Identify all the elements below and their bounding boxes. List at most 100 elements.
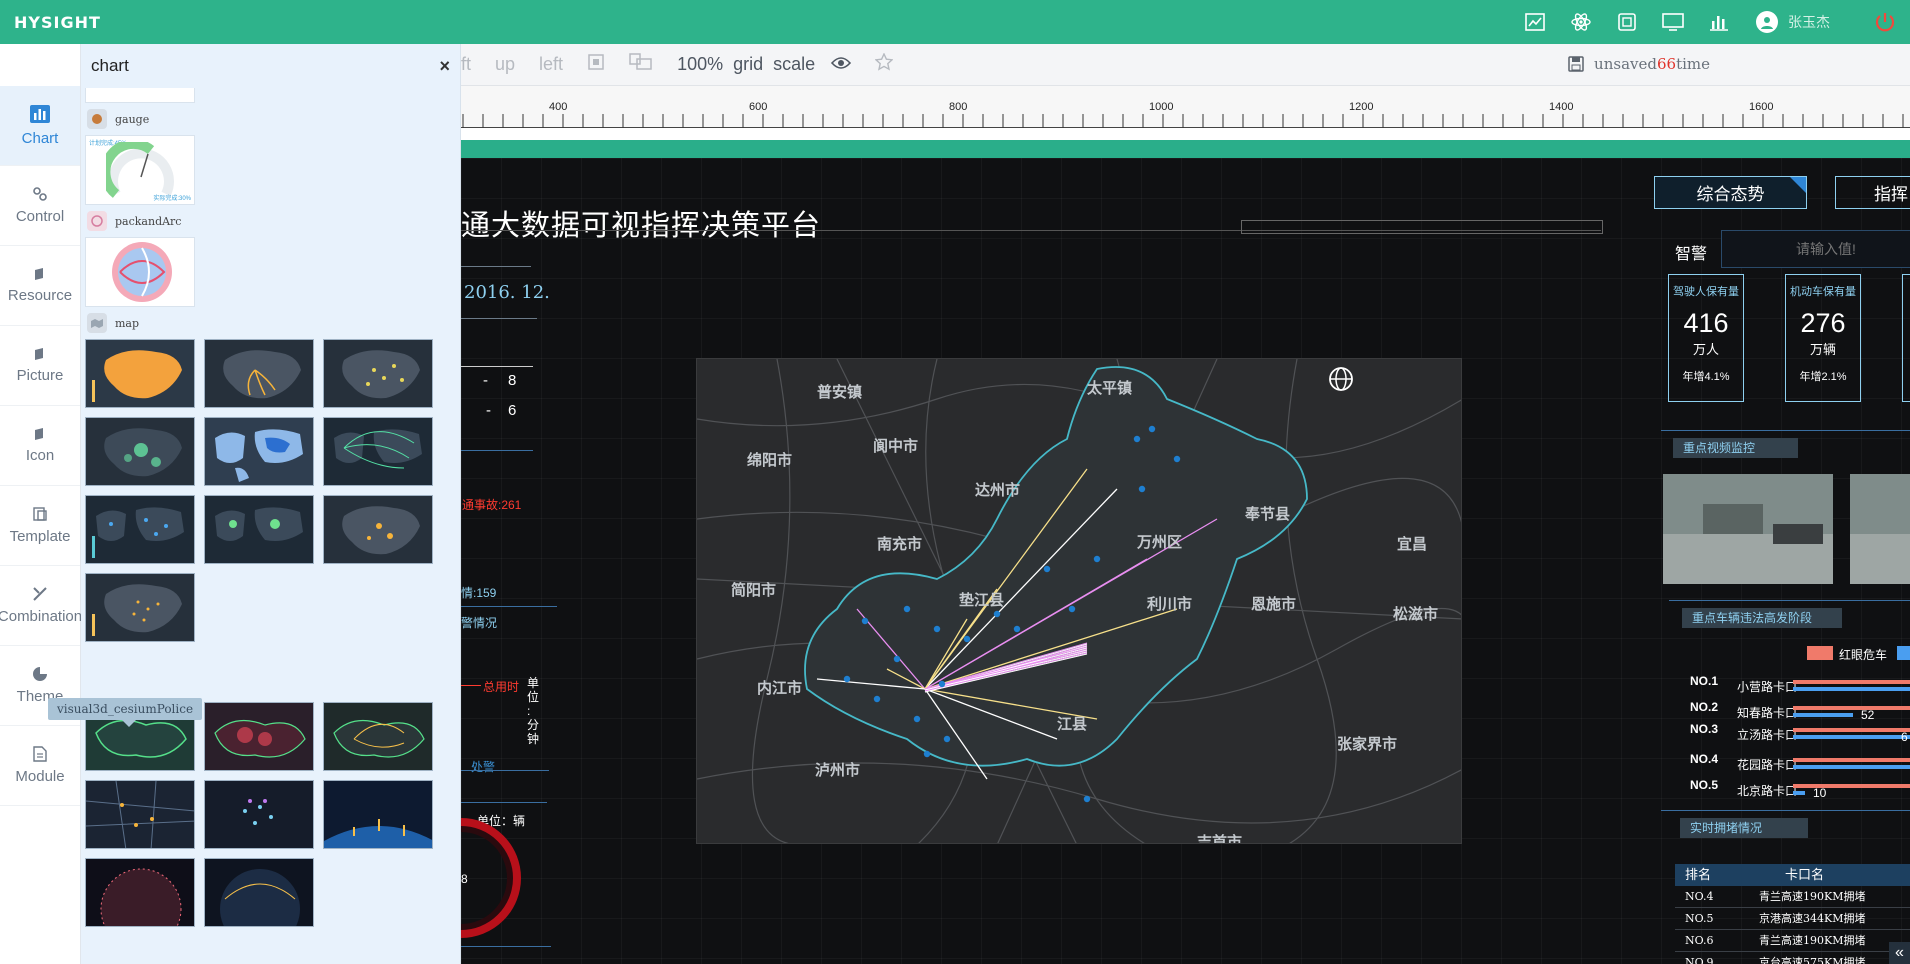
thumb-world-dots[interactable] (85, 495, 195, 564)
table-row[interactable]: NO.6 青兰高速190KM拥堵 (1675, 930, 1910, 952)
thumb-globe-blue[interactable] (204, 858, 314, 927)
video-line (1661, 430, 1910, 431)
map-pin[interactable] (1173, 455, 1181, 463)
nav-item-picture[interactable]: Picture (0, 326, 80, 406)
map-pin[interactable] (861, 617, 869, 625)
rank-number: NO.3 (1690, 722, 1719, 736)
left-line-2 (461, 450, 533, 451)
user-menu[interactable]: 张玉杰 (1756, 11, 1830, 33)
map-pin[interactable] (1043, 565, 1051, 573)
eye-icon[interactable] (831, 54, 852, 75)
ruler-ticks (462, 114, 1904, 128)
nav-item-module[interactable]: Module (0, 726, 80, 806)
map-pin[interactable] (1133, 435, 1141, 443)
thumb-packandarc[interactable] (85, 237, 195, 307)
thumb-china-orange[interactable] (85, 339, 195, 408)
map-pin[interactable] (1138, 485, 1146, 493)
thumb-graph-nodes[interactable] (204, 780, 314, 849)
map-pin[interactable] (893, 655, 901, 663)
map-pin[interactable] (913, 715, 921, 723)
thumb-china-yellow[interactable] (323, 495, 433, 564)
thumb-world-blue[interactable] (204, 417, 314, 486)
align-icon[interactable] (587, 53, 605, 76)
nav-item-resource[interactable]: Resource (0, 246, 80, 326)
thumb-globe-red[interactable] (85, 858, 195, 927)
thumb-city-network[interactable] (85, 780, 195, 849)
thumb-china-scatter[interactable] (85, 573, 195, 642)
city-label: 泸州市 (815, 762, 861, 779)
rank-name: 北京路卡口 (1737, 784, 1798, 798)
map-pin[interactable] (873, 695, 881, 703)
map-pin[interactable] (1148, 425, 1156, 433)
line-chart-icon[interactable] (1512, 0, 1558, 44)
legend-red-swatch (1807, 646, 1833, 660)
map-pin[interactable] (963, 635, 971, 643)
nav-item-template[interactable]: Template (0, 486, 80, 566)
table-row[interactable]: NO.9 京台高速575KM拥堵 (1675, 952, 1910, 964)
map-pin[interactable] (1068, 605, 1076, 613)
design-canvas[interactable]: 通大数据可视指挥决策平台 2016. 12. - 8 - 6 通事故:261 情… (461, 158, 1910, 964)
toolbar-item-ft[interactable]: ft (461, 54, 471, 75)
monitor-icon[interactable] (1650, 0, 1696, 44)
total-time-label: 总用时 (483, 680, 520, 694)
city-label: 利川市 (1147, 596, 1193, 613)
puzzle-icon[interactable] (1604, 0, 1650, 44)
user-name: 张玉杰 (1788, 14, 1830, 30)
thumb-china-dots[interactable] (323, 339, 433, 408)
thumb-china-flow[interactable] (204, 339, 314, 408)
zoom-level[interactable]: 100% (677, 54, 723, 75)
save-icon[interactable] (1568, 56, 1584, 72)
map-pin[interactable] (1093, 555, 1101, 563)
scale-toggle[interactable]: scale (773, 54, 815, 75)
thumb-world-green[interactable] (204, 495, 314, 564)
map-pin[interactable] (943, 735, 951, 743)
collapse-icon[interactable]: « (1889, 942, 1910, 964)
left-line-5 (461, 802, 547, 803)
grid-toggle[interactable]: grid (733, 54, 763, 75)
tab-command[interactable]: 指挥 (1835, 176, 1910, 209)
map3d-thumb-grid (81, 702, 460, 927)
stat-driver-unit: 万人 (1692, 342, 1719, 357)
power-icon[interactable] (1860, 11, 1910, 33)
tab-overview[interactable]: 综合态势 (1654, 176, 1807, 209)
group-icon[interactable] (629, 53, 653, 76)
video-feed-2[interactable] (1850, 474, 1910, 584)
nav-item-chart[interactable]: Chart (0, 86, 80, 166)
video-feed-1[interactable] (1663, 474, 1833, 584)
save-status-text: unsaved66time (1594, 55, 1710, 73)
rank-name: 花园路卡口 (1737, 758, 1798, 772)
thumb-earth-horizon[interactable] (323, 780, 433, 849)
map-pin[interactable] (993, 610, 1001, 618)
thumb-cesium-red[interactable] (204, 702, 314, 771)
rank-bar-blue (1793, 765, 1910, 769)
thumb-cesium-flow[interactable] (323, 702, 433, 771)
nav-item-control[interactable]: Control (0, 166, 80, 246)
map-pin[interactable] (1013, 625, 1021, 633)
module-icon (33, 746, 47, 762)
map-pin[interactable] (903, 605, 911, 613)
thumb-gauge[interactable]: 计划完成:45% 实际完成:30% (85, 135, 195, 205)
thumb-china-heat[interactable] (85, 417, 195, 486)
map-pin[interactable] (1083, 795, 1091, 803)
map-widget[interactable]: 普安镇 太平镇 绵阳市 阆中市 达州市 南充市 万州区 奉节县 宜昌 简阳市 垫… (696, 358, 1462, 844)
table-row[interactable]: NO.4 青兰高速190KM拥堵 (1675, 886, 1910, 908)
table-row[interactable]: NO.5 京港高速344KM拥堵 (1675, 908, 1910, 930)
map-pin[interactable] (933, 625, 941, 633)
nav-item-icon[interactable]: Icon (0, 406, 80, 486)
map-pin[interactable] (923, 750, 931, 758)
map-pin[interactable] (938, 680, 946, 688)
city-label: 简阳市 (731, 582, 777, 599)
city-label: 恩施市 (1251, 596, 1297, 613)
globe-icon[interactable] (1327, 365, 1355, 398)
search-input[interactable] (1721, 230, 1910, 268)
thumb-world-lines[interactable] (323, 417, 433, 486)
close-icon[interactable]: × (439, 56, 450, 77)
nav-item-combination[interactable]: Combination (0, 566, 82, 646)
map-pin[interactable] (843, 675, 851, 683)
thumb-partial[interactable] (85, 88, 195, 103)
toolbar-item-up[interactable]: up (495, 54, 515, 75)
toolbar-item-left[interactable]: left (539, 54, 563, 75)
star-icon[interactable] (874, 52, 894, 76)
atom-icon[interactable] (1558, 0, 1604, 44)
bar-chart-icon[interactable] (1696, 0, 1742, 44)
